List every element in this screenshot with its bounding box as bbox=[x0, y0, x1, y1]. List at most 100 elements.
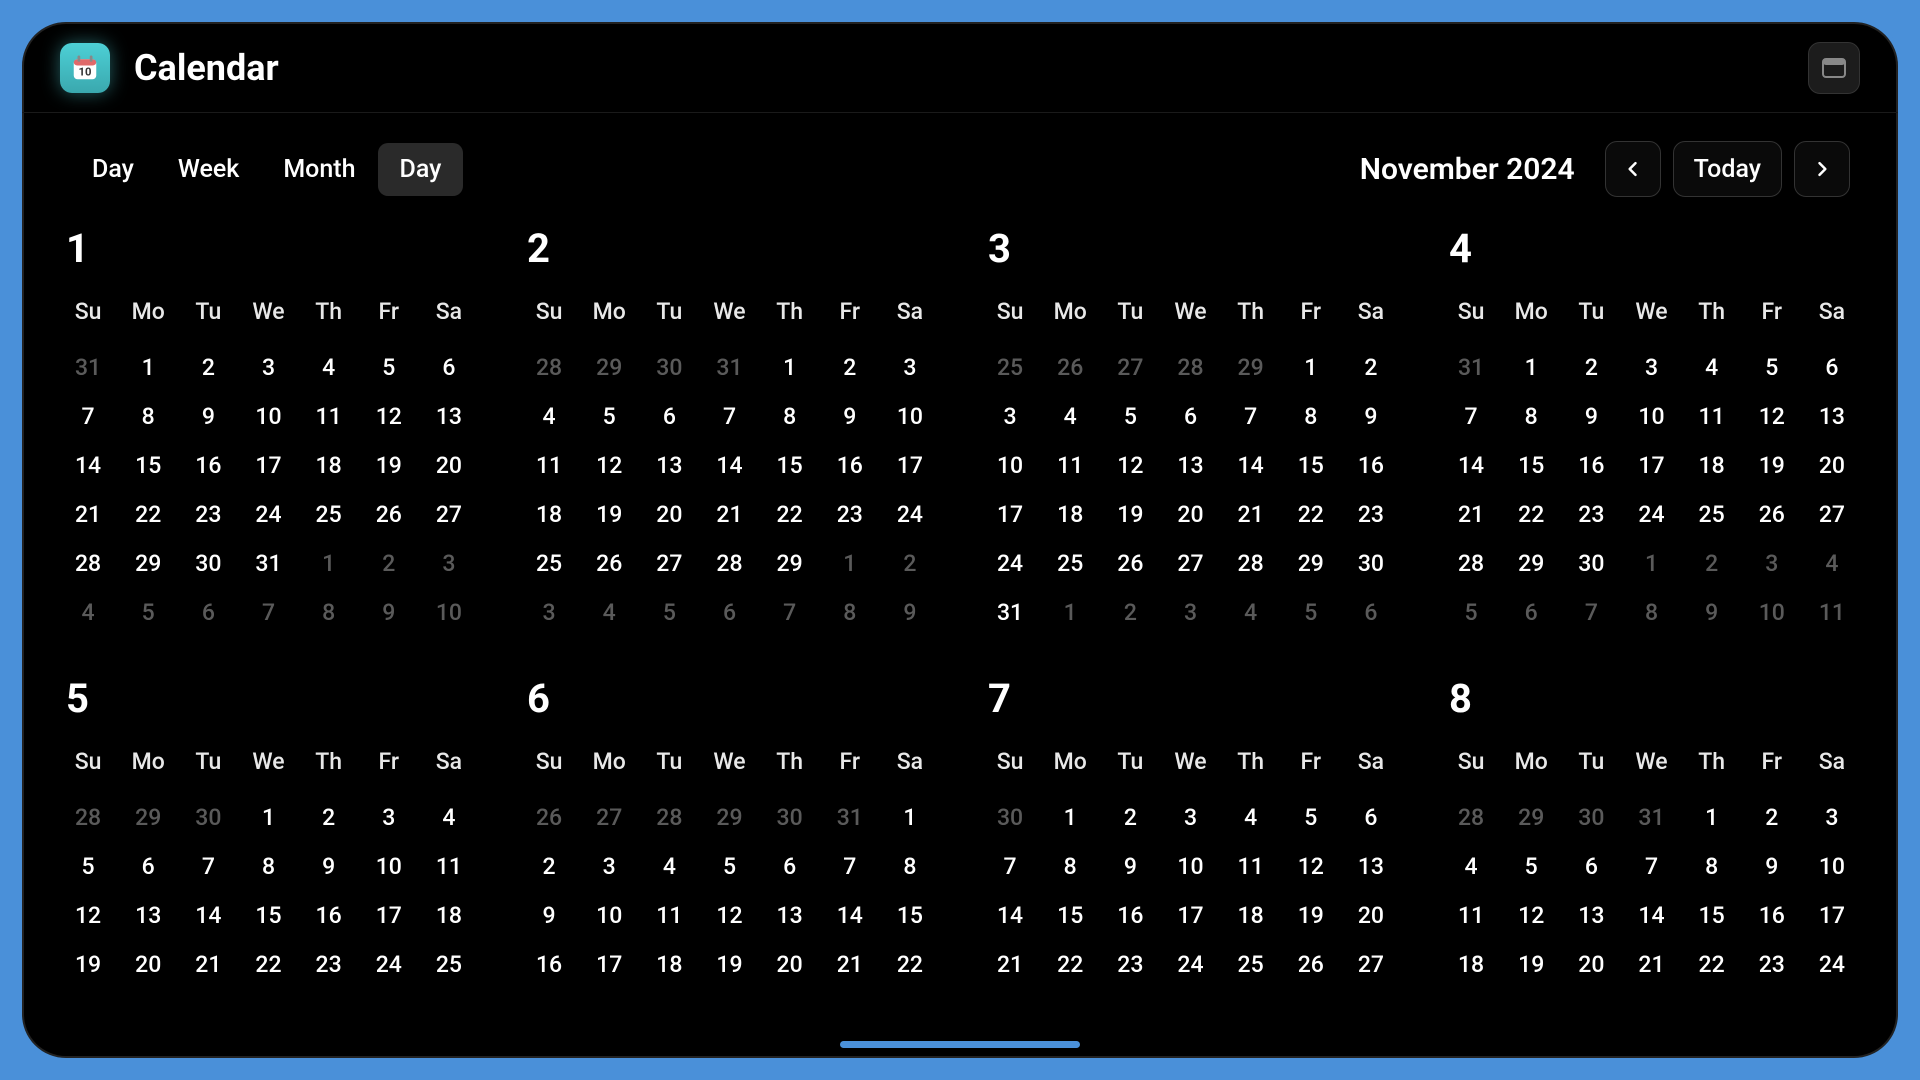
day-cell[interactable]: 10 bbox=[1742, 588, 1802, 637]
day-cell[interactable]: 16 bbox=[1561, 441, 1621, 490]
day-cell[interactable]: 24 bbox=[1802, 940, 1862, 989]
day-cell[interactable]: 21 bbox=[1621, 940, 1681, 989]
day-cell[interactable]: 4 bbox=[519, 392, 579, 441]
day-cell[interactable]: 21 bbox=[58, 490, 118, 539]
day-cell[interactable]: 23 bbox=[1100, 940, 1160, 989]
day-cell[interactable]: 8 bbox=[299, 588, 359, 637]
day-cell[interactable]: 2 bbox=[178, 343, 238, 392]
day-cell[interactable]: 7 bbox=[1561, 588, 1621, 637]
day-cell[interactable]: 3 bbox=[579, 842, 639, 891]
day-cell[interactable]: 16 bbox=[519, 940, 579, 989]
day-cell[interactable]: 7 bbox=[1221, 392, 1281, 441]
day-cell[interactable]: 21 bbox=[699, 490, 759, 539]
day-cell[interactable]: 31 bbox=[1621, 793, 1681, 842]
day-cell[interactable]: 13 bbox=[419, 392, 479, 441]
day-cell[interactable]: 8 bbox=[1621, 588, 1681, 637]
day-cell[interactable]: 6 bbox=[1501, 588, 1561, 637]
day-cell[interactable]: 4 bbox=[58, 588, 118, 637]
day-cell[interactable]: 4 bbox=[1802, 539, 1862, 588]
day-cell[interactable]: 4 bbox=[1441, 842, 1501, 891]
day-cell[interactable]: 30 bbox=[639, 343, 699, 392]
day-cell[interactable]: 1 bbox=[1040, 588, 1100, 637]
day-cell[interactable]: 10 bbox=[359, 842, 419, 891]
day-cell[interactable]: 23 bbox=[178, 490, 238, 539]
day-cell[interactable]: 14 bbox=[1441, 441, 1501, 490]
day-cell[interactable]: 1 bbox=[1682, 793, 1742, 842]
day-cell[interactable]: 20 bbox=[1561, 940, 1621, 989]
day-cell[interactable]: 7 bbox=[820, 842, 880, 891]
day-cell[interactable]: 7 bbox=[178, 842, 238, 891]
day-cell[interactable]: 9 bbox=[1561, 392, 1621, 441]
day-cell[interactable]: 23 bbox=[820, 490, 880, 539]
day-cell[interactable]: 26 bbox=[359, 490, 419, 539]
day-cell[interactable]: 22 bbox=[760, 490, 820, 539]
day-cell[interactable]: 5 bbox=[58, 842, 118, 891]
day-cell[interactable]: 9 bbox=[1100, 842, 1160, 891]
day-cell[interactable]: 11 bbox=[1040, 441, 1100, 490]
day-cell[interactable]: 7 bbox=[1441, 392, 1501, 441]
day-cell[interactable]: 10 bbox=[419, 588, 479, 637]
day-cell[interactable]: 5 bbox=[1100, 392, 1160, 441]
day-cell[interactable]: 5 bbox=[1501, 842, 1561, 891]
day-cell[interactable]: 18 bbox=[639, 940, 699, 989]
day-cell[interactable]: 12 bbox=[699, 891, 759, 940]
day-cell[interactable]: 12 bbox=[359, 392, 419, 441]
day-cell[interactable]: 18 bbox=[1040, 490, 1100, 539]
day-cell[interactable]: 3 bbox=[1160, 793, 1220, 842]
day-cell[interactable]: 7 bbox=[699, 392, 759, 441]
day-cell[interactable]: 1 bbox=[760, 343, 820, 392]
day-cell[interactable]: 5 bbox=[1742, 343, 1802, 392]
day-cell[interactable]: 10 bbox=[980, 441, 1040, 490]
day-cell[interactable]: 19 bbox=[58, 940, 118, 989]
day-cell[interactable]: 15 bbox=[238, 891, 298, 940]
day-cell[interactable]: 30 bbox=[1561, 793, 1621, 842]
day-cell[interactable]: 10 bbox=[880, 392, 940, 441]
day-cell[interactable]: 5 bbox=[118, 588, 178, 637]
day-cell[interactable]: 8 bbox=[118, 392, 178, 441]
day-cell[interactable]: 7 bbox=[760, 588, 820, 637]
day-cell[interactable]: 30 bbox=[1561, 539, 1621, 588]
day-cell[interactable]: 1 bbox=[1501, 343, 1561, 392]
day-cell[interactable]: 15 bbox=[1501, 441, 1561, 490]
day-cell[interactable]: 8 bbox=[1682, 842, 1742, 891]
day-cell[interactable]: 13 bbox=[639, 441, 699, 490]
day-cell[interactable]: 23 bbox=[1742, 940, 1802, 989]
day-cell[interactable]: 16 bbox=[1100, 891, 1160, 940]
day-cell[interactable]: 3 bbox=[519, 588, 579, 637]
day-cell[interactable]: 5 bbox=[1441, 588, 1501, 637]
day-cell[interactable]: 20 bbox=[760, 940, 820, 989]
day-cell[interactable]: 25 bbox=[1682, 490, 1742, 539]
day-cell[interactable]: 31 bbox=[58, 343, 118, 392]
day-cell[interactable]: 13 bbox=[1802, 392, 1862, 441]
day-cell[interactable]: 21 bbox=[178, 940, 238, 989]
today-button[interactable]: Today bbox=[1673, 141, 1782, 197]
day-cell[interactable]: 27 bbox=[1341, 940, 1401, 989]
day-cell[interactable]: 5 bbox=[699, 842, 759, 891]
day-cell[interactable]: 22 bbox=[1501, 490, 1561, 539]
day-cell[interactable]: 14 bbox=[1621, 891, 1681, 940]
day-cell[interactable]: 11 bbox=[299, 392, 359, 441]
day-cell[interactable]: 31 bbox=[699, 343, 759, 392]
day-cell[interactable]: 24 bbox=[1160, 940, 1220, 989]
day-cell[interactable]: 20 bbox=[1802, 441, 1862, 490]
home-indicator[interactable] bbox=[840, 1041, 1080, 1048]
day-cell[interactable]: 28 bbox=[639, 793, 699, 842]
day-cell[interactable]: 28 bbox=[1441, 793, 1501, 842]
day-cell[interactable]: 1 bbox=[299, 539, 359, 588]
day-cell[interactable]: 8 bbox=[880, 842, 940, 891]
day-cell[interactable]: 17 bbox=[579, 940, 639, 989]
day-cell[interactable]: 10 bbox=[1802, 842, 1862, 891]
day-cell[interactable]: 7 bbox=[238, 588, 298, 637]
day-cell[interactable]: 30 bbox=[760, 793, 820, 842]
day-cell[interactable]: 9 bbox=[1742, 842, 1802, 891]
day-cell[interactable]: 11 bbox=[1221, 842, 1281, 891]
day-cell[interactable]: 13 bbox=[1160, 441, 1220, 490]
day-cell[interactable]: 28 bbox=[519, 343, 579, 392]
day-cell[interactable]: 16 bbox=[820, 441, 880, 490]
day-cell[interactable]: 5 bbox=[639, 588, 699, 637]
day-cell[interactable]: 15 bbox=[1281, 441, 1341, 490]
day-cell[interactable]: 5 bbox=[359, 343, 419, 392]
day-cell[interactable]: 22 bbox=[238, 940, 298, 989]
day-cell[interactable]: 6 bbox=[1561, 842, 1621, 891]
day-cell[interactable]: 10 bbox=[579, 891, 639, 940]
